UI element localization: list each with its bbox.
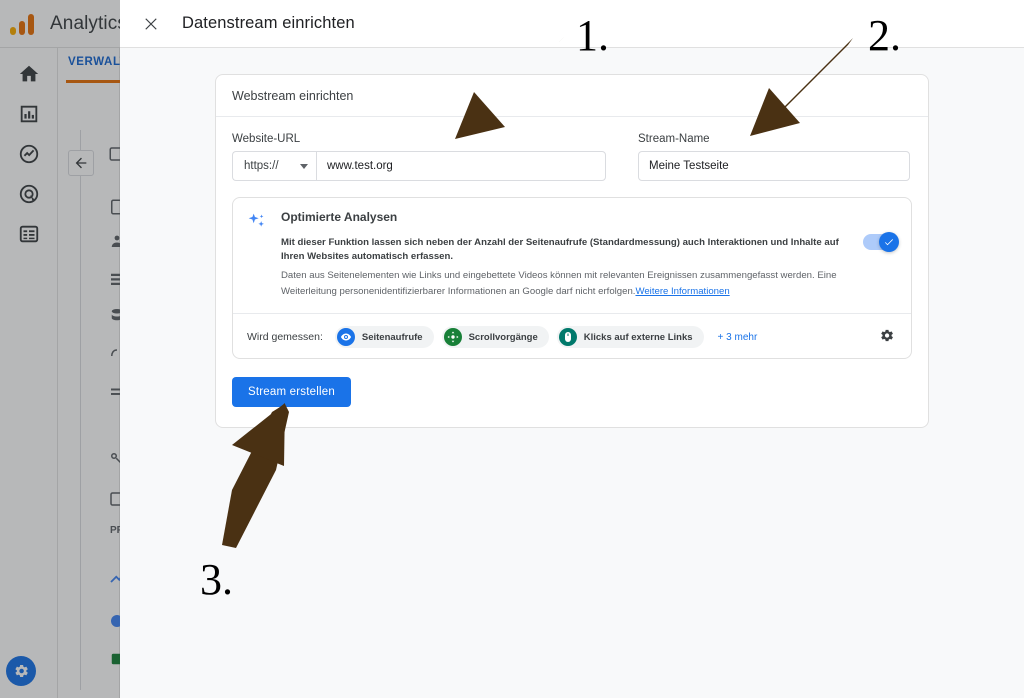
stream-name-input[interactable] [638, 151, 910, 181]
sparkles-icon [247, 212, 267, 232]
eye-icon [336, 328, 355, 347]
card-header: Webstream einrichten [216, 75, 928, 117]
close-icon[interactable] [140, 13, 162, 35]
field-row: Website-URL https:// Stream-Name [232, 133, 912, 181]
mouse-click-icon [558, 328, 577, 347]
protocol-select[interactable]: https:// [232, 151, 316, 181]
chip-label: Klicks auf externe Links [583, 331, 693, 343]
chevron-down-icon [300, 163, 308, 169]
chip-scrolls[interactable]: Scrollvorgänge [441, 326, 549, 349]
create-stream-button[interactable]: Stream erstellen [232, 377, 351, 408]
website-url-field-group: Website-URL https:// [232, 133, 606, 181]
enhanced-measurement-title: Optimierte Analysen [281, 210, 398, 224]
modal-title: Datenstream einrichten [182, 14, 355, 32]
url-input-group: https:// [232, 151, 606, 181]
stream-name-label: Stream-Name [638, 133, 710, 145]
website-url-label: Website-URL [232, 133, 301, 145]
card-body: Website-URL https:// Stream-Name [216, 117, 928, 427]
webstream-setup-card: Webstream einrichten Website-URL https:/… [215, 74, 929, 429]
scroll-target-icon [443, 328, 462, 347]
toggle-knob [879, 232, 899, 252]
screenshot-root: Analytics VERWALT PR Datenstream einrich… [0, 0, 1024, 698]
chip-label: Seitenaufrufe [361, 331, 423, 343]
modal-header: Datenstream einrichten [120, 0, 1024, 48]
enhanced-measurement-toggle[interactable] [863, 232, 899, 252]
settings-gear-icon[interactable] [875, 324, 897, 346]
chip-outbound-clicks[interactable]: Klicks auf externe Links [556, 326, 704, 349]
more-events-link[interactable]: + 3 mehr [718, 332, 758, 343]
measured-events-label: Wird gemessen: [247, 331, 323, 344]
enhanced-measurement-paragraph-bold: Mit dieser Funktion lassen sich neben de… [281, 237, 839, 262]
enhanced-measurement-top: Optimierte Analysen Mit dieser Funktion … [247, 210, 897, 299]
url-input[interactable] [316, 151, 606, 181]
modal-body: Webstream einrichten Website-URL https:/… [120, 48, 1024, 698]
chip-label: Scrollvorgänge [468, 331, 538, 343]
learn-more-link[interactable]: Weitere Informationen [635, 286, 729, 297]
setup-datastream-modal: Datenstream einrichten Webstream einrich… [120, 0, 1024, 698]
enhanced-measurement-box: Optimierte Analysen Mit dieser Funktion … [232, 197, 912, 360]
check-icon [885, 239, 893, 246]
stream-name-field-group: Stream-Name [638, 133, 910, 181]
enhanced-measurement-paragraph-text: Daten aus Seitenelementen wie Links und … [281, 269, 837, 297]
enhanced-measurement-text: Optimierte Analysen Mit dieser Funktion … [281, 210, 897, 299]
protocol-select-value: https:// [244, 160, 279, 172]
measured-events-row: Wird gemessen: Seitenaufrufe Scrollvorgä… [247, 314, 897, 349]
chip-pageviews[interactable]: Seitenaufrufe [334, 326, 434, 349]
enhanced-measurement-paragraph: Daten aus Seitenelementen wie Links und … [281, 268, 881, 300]
